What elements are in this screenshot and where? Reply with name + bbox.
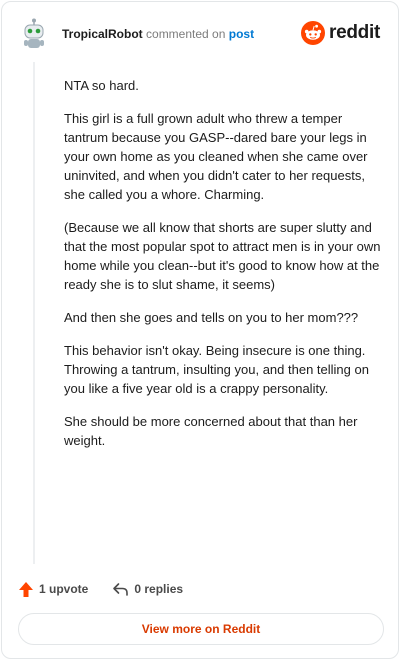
reply-arrow-icon bbox=[113, 582, 129, 596]
comment-paragraph: And then she goes and tells on you to he… bbox=[64, 310, 359, 325]
comment-paragraph: She should be more concerned about that … bbox=[64, 414, 358, 448]
brand-wordmark: reddit bbox=[329, 22, 380, 43]
comment-body: NTA so hard. This girl is a full grown a… bbox=[64, 76, 382, 464]
thread-line bbox=[33, 62, 35, 564]
upvote-arrow-icon bbox=[19, 581, 33, 597]
comment-header: TropicalRobot commented on post reddit bbox=[18, 18, 384, 52]
username-link[interactable]: TropicalRobot bbox=[62, 27, 143, 41]
comment-paragraph: NTA so hard. bbox=[64, 78, 139, 93]
action-text: commented on bbox=[146, 27, 226, 41]
reddit-logo-icon bbox=[301, 21, 326, 45]
comment-paragraph: (Because we all know that shorts are sup… bbox=[64, 220, 381, 292]
comment-actions: 1 upvote 0 replies bbox=[18, 578, 207, 600]
comment-paragraph: This girl is a full grown adult who thre… bbox=[64, 111, 368, 202]
reddit-brand[interactable]: reddit bbox=[301, 21, 380, 45]
upvote-count: 1 upvote bbox=[39, 582, 89, 596]
comment-paragraph: This behavior isn't okay. Being insecure… bbox=[64, 343, 369, 396]
replies-count: 0 replies bbox=[134, 582, 184, 596]
view-more-label: View more on Reddit bbox=[141, 622, 261, 636]
replies-button[interactable]: 0 replies bbox=[112, 582, 183, 597]
view-more-button[interactable]: View more on Reddit bbox=[18, 613, 384, 645]
upvote-button[interactable]: 1 upvote bbox=[18, 581, 88, 598]
comment-meta: TropicalRobot commented on post bbox=[62, 27, 254, 41]
robot-avatar-icon bbox=[18, 18, 50, 50]
post-link[interactable]: post bbox=[229, 27, 254, 41]
avatar[interactable] bbox=[18, 18, 50, 50]
embedded-comment-card: TropicalRobot commented on post reddit N… bbox=[1, 1, 399, 659]
